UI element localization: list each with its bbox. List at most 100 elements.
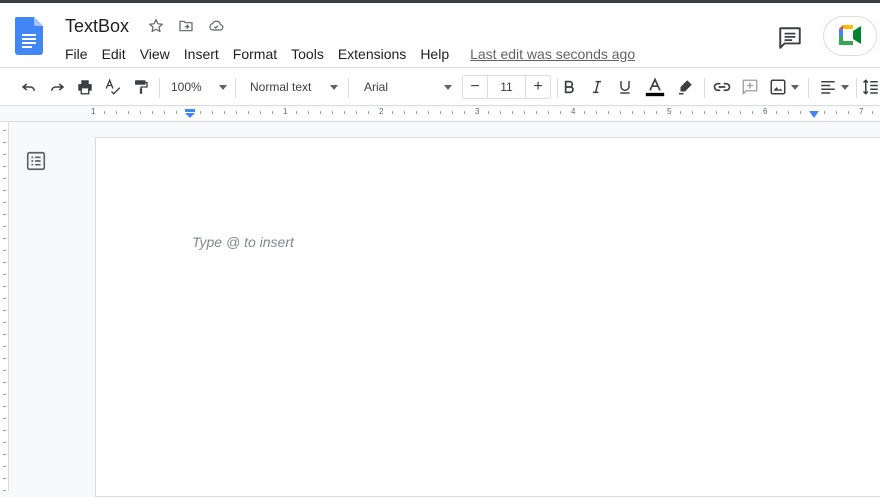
- ruler-tick: [152, 111, 153, 114]
- ruler-tick: [488, 111, 489, 114]
- ruler-number: 2: [379, 107, 384, 116]
- vertical-ruler: [0, 122, 9, 491]
- menu-format[interactable]: Format: [226, 42, 284, 66]
- menu-view[interactable]: View: [133, 42, 177, 66]
- redo-icon[interactable]: [45, 75, 69, 99]
- document-outline-icon[interactable]: [25, 150, 47, 172]
- ruler-tick: [596, 111, 597, 114]
- insert-image-button[interactable]: [766, 75, 802, 99]
- ruler-number: 7: [859, 107, 864, 116]
- toolbar-separator: [704, 78, 705, 98]
- last-edit-link[interactable]: Last edit was seconds ago: [470, 46, 635, 62]
- left-indent-marker[interactable]: [184, 109, 196, 119]
- font-size-control: − +: [462, 75, 551, 99]
- increase-font-size-button[interactable]: +: [526, 76, 550, 98]
- ruler-tick: [452, 111, 453, 114]
- menu-help[interactable]: Help: [413, 42, 456, 66]
- font-select[interactable]: Arial: [364, 76, 452, 98]
- menu-edit[interactable]: Edit: [95, 42, 133, 66]
- ruler-tick: [3, 130, 6, 131]
- italic-icon[interactable]: [585, 75, 609, 99]
- chevron-down-icon: [841, 84, 849, 90]
- comment-history-icon[interactable]: [777, 25, 803, 51]
- toolbar-separator: [235, 78, 236, 98]
- move-to-folder-icon[interactable]: [175, 15, 197, 37]
- ruler-tick: [260, 111, 261, 114]
- docs-logo-icon[interactable]: [15, 17, 43, 55]
- text-color-icon[interactable]: [643, 75, 667, 99]
- print-icon[interactable]: [73, 75, 97, 99]
- toolbar-separator: [348, 78, 349, 98]
- font-size-input[interactable]: [487, 76, 526, 98]
- ruler-tick: [3, 154, 6, 155]
- add-comment-icon[interactable]: [738, 75, 762, 99]
- ruler-number: 4: [571, 107, 576, 116]
- ruler-tick: [3, 166, 6, 167]
- ruler-tick: [164, 111, 165, 114]
- ruler-tick: [788, 111, 789, 114]
- ruler-tick: [3, 478, 6, 479]
- menu-insert[interactable]: Insert: [177, 42, 226, 66]
- menu-bar: File Edit View Insert Format Tools Exten…: [58, 42, 635, 66]
- style-select[interactable]: Normal text: [250, 76, 338, 98]
- insert-link-icon[interactable]: [710, 75, 734, 99]
- document-title[interactable]: TextBox: [65, 16, 129, 37]
- ruler-tick: [428, 111, 429, 114]
- ruler-tick: [740, 111, 741, 114]
- ruler-tick: [3, 238, 6, 239]
- insert-placeholder[interactable]: Type @ to insert: [192, 234, 294, 250]
- highlight-color-icon[interactable]: [673, 75, 697, 99]
- ruler-tick: [344, 111, 345, 114]
- ruler-tick: [3, 358, 6, 359]
- underline-icon[interactable]: [613, 75, 637, 99]
- ruler-tick: [248, 111, 249, 114]
- ruler-number: 3: [475, 107, 480, 116]
- ruler-tick: [524, 111, 525, 114]
- ruler-tick: [3, 202, 6, 203]
- spellcheck-icon[interactable]: [101, 75, 125, 99]
- ruler-tick: [3, 190, 6, 191]
- ruler-tick: [128, 111, 129, 114]
- document-page[interactable]: Type @ to insert: [95, 137, 880, 497]
- ruler-tick: [236, 111, 237, 114]
- chevron-down-icon: [330, 84, 338, 90]
- ruler-tick: [3, 214, 6, 215]
- bold-icon[interactable]: [557, 75, 581, 99]
- ruler-tick: [296, 111, 297, 114]
- meet-button[interactable]: [823, 16, 877, 56]
- chevron-down-icon: [219, 84, 227, 90]
- ruler-tick: [500, 111, 501, 114]
- decrease-font-size-button[interactable]: −: [463, 76, 487, 98]
- ruler-tick: [3, 226, 6, 227]
- ruler-tick: [332, 111, 333, 114]
- menu-extensions[interactable]: Extensions: [331, 42, 413, 66]
- ruler-tick: [680, 111, 681, 114]
- ruler-tick: [548, 111, 549, 114]
- zoom-value: 100%: [171, 80, 202, 94]
- ruler-tick: [3, 370, 6, 371]
- ruler-tick: [512, 111, 513, 114]
- line-spacing-icon[interactable]: [862, 75, 880, 99]
- align-button[interactable]: [818, 75, 850, 99]
- ruler-tick: [848, 111, 849, 114]
- right-indent-marker[interactable]: [808, 111, 820, 119]
- ruler-tick: [3, 430, 6, 431]
- ruler-number: 1: [91, 107, 96, 116]
- undo-icon[interactable]: [17, 75, 41, 99]
- ruler-tick: [3, 466, 6, 467]
- ruler-tick: [536, 111, 537, 114]
- ruler-tick: [836, 111, 837, 114]
- align-left-icon: [821, 81, 835, 94]
- font-value: Arial: [364, 80, 389, 94]
- ruler-number: 1: [283, 107, 288, 116]
- zoom-select[interactable]: 100%: [171, 76, 227, 98]
- ruler-tick: [3, 142, 6, 143]
- cloud-saved-icon[interactable]: [205, 15, 227, 37]
- ruler-tick: [776, 111, 777, 114]
- ruler-tick: [3, 406, 6, 407]
- menu-file[interactable]: File: [58, 42, 95, 66]
- star-icon[interactable]: [145, 15, 167, 37]
- ruler-tick: [824, 111, 825, 114]
- paint-format-icon[interactable]: [129, 75, 153, 99]
- menu-tools[interactable]: Tools: [284, 42, 331, 66]
